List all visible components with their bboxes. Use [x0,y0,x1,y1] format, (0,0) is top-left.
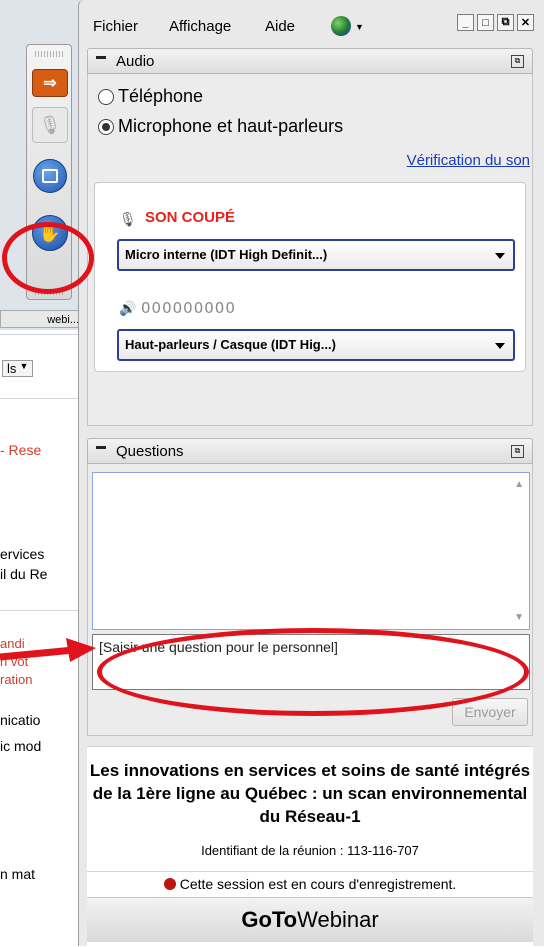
globe-icon[interactable] [331,16,351,36]
radio-icon[interactable] [98,88,114,105]
screen-icon[interactable] [33,159,67,193]
scroll-up-icon[interactable]: ▲ [514,479,524,490]
select-value: Haut-parleurs / Casque (IDT Hig...) [125,337,336,352]
chevron-down-icon [495,343,505,349]
arrow-icon[interactable]: ⇒ [32,69,68,97]
radio-selected-icon[interactable] [98,118,114,135]
session-info: Les innovations en services et soins de … [87,746,533,947]
background-tab[interactable]: webi... [0,310,84,328]
microphone-icon[interactable]: 🎙 [119,211,137,228]
background-dropdown[interactable]: ls ▼ [2,360,82,377]
menu-help[interactable]: Aide [265,18,295,35]
scroll-down-icon[interactable]: ▼ [514,612,524,623]
option-label: Microphone et haut-parleurs [118,116,344,136]
session-title: Les innovations en services et soins de … [89,761,531,826]
meeting-id: Identifiant de la réunion : 113-116-707 [201,843,419,858]
menu-view[interactable]: Affichage [169,18,231,35]
divider [0,610,84,611]
restore-icon[interactable]: ⧉ [497,14,514,31]
highlight-circle [2,222,94,294]
chevron-down-icon [495,253,505,259]
audio-pane-header[interactable]: Audio ⧉ [87,48,533,74]
collapse-icon[interactable] [96,56,106,59]
sound-check-link[interactable]: Vérification du son [407,152,530,169]
background-text: nicatio [0,712,41,728]
question-log[interactable]: ▲ ▼ [92,472,530,630]
background-text: ration [0,672,33,687]
close-icon[interactable]: ✕ [517,14,534,31]
background-text: il du Re [0,566,48,582]
microphone-icon[interactable]: 🎙 [32,107,68,143]
brand-logo: GoToWebinar [87,897,533,942]
select-value: Micro interne (IDT High Definit...) [125,247,328,262]
gotowebinar-panel: Fichier Affichage Aide ▼ _ □ ⧉ ✕ Audio ⧉… [78,0,544,947]
questions-title: Questions [116,443,184,460]
chevron-down-icon[interactable]: ▼ [355,22,364,32]
questions-pane-header[interactable]: Questions ⧉ [87,438,533,464]
popout-icon[interactable]: ⧉ [511,445,524,458]
recording-icon [163,878,176,890]
microphone-select[interactable]: Micro interne (IDT High Definit...) [117,239,515,271]
mute-status: SON COUPÉ [145,209,236,226]
grip-handle[interactable] [35,51,63,57]
background-text: - Rese [0,442,42,458]
maximize-icon[interactable]: □ [477,14,494,31]
background-page: webi... ls ▼ - Rese ervices il du Re and… [0,0,90,946]
highlight-ellipse [97,628,529,716]
annotation-arrow-icon [0,638,96,662]
menu-bar: Fichier Affichage Aide ▼ _ □ ⧉ ✕ [79,0,544,40]
popout-icon[interactable]: ⧉ [511,55,524,68]
recording-text: Cette session est en cours d'enregistrem… [179,876,457,892]
device-box: 🎙 SON COUPÉ Micro interne (IDT High Defi… [94,182,526,372]
radio-telephone[interactable]: Téléphone [98,86,203,107]
divider [0,398,84,399]
brand-goto: GoTo [241,907,298,932]
option-label: Téléphone [118,86,204,106]
minimize-icon[interactable]: _ [457,14,474,31]
speaker-select[interactable]: Haut-parleurs / Casque (IDT Hig...) [117,329,515,361]
recording-notice: Cette session est en cours d'enregistrem… [87,871,533,896]
background-text: ic mod [0,738,42,754]
background-text: n mat [0,866,36,882]
dropdown-label: ls [7,361,17,376]
radio-microphone[interactable]: Microphone et haut-parleurs [98,116,343,137]
audio-pane: Téléphone Microphone et haut-parleurs Vé… [87,74,533,426]
menu-file[interactable]: Fichier [93,18,138,35]
collapse-icon[interactable] [96,446,106,449]
background-text: ervices [0,546,45,562]
brand-webinar: Webinar [297,907,379,932]
speaker-level-meter: 000000000 [141,299,236,317]
speaker-icon: 🔊 [119,300,137,316]
divider [0,334,84,335]
audio-title: Audio [116,53,155,70]
